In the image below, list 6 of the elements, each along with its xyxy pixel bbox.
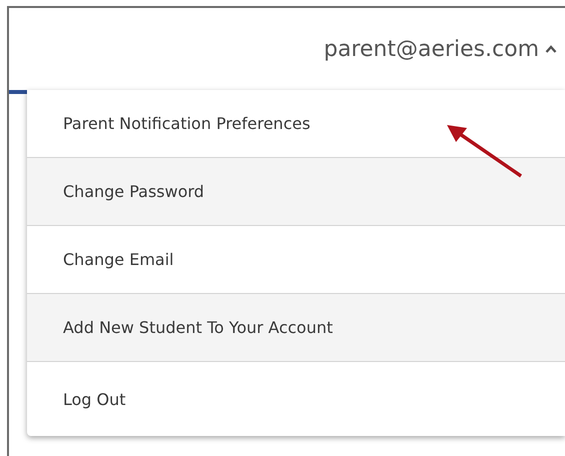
caret-icon bbox=[545, 45, 557, 53]
menu-item[interactable]: Log Out bbox=[27, 362, 565, 436]
menu-item[interactable]: Add New Student To Your Account bbox=[27, 294, 565, 362]
menu-item[interactable]: Change Password bbox=[27, 158, 565, 226]
account-menu-button[interactable]: parent@aeries.com bbox=[324, 32, 557, 66]
nav-tab-indicator bbox=[9, 90, 27, 94]
